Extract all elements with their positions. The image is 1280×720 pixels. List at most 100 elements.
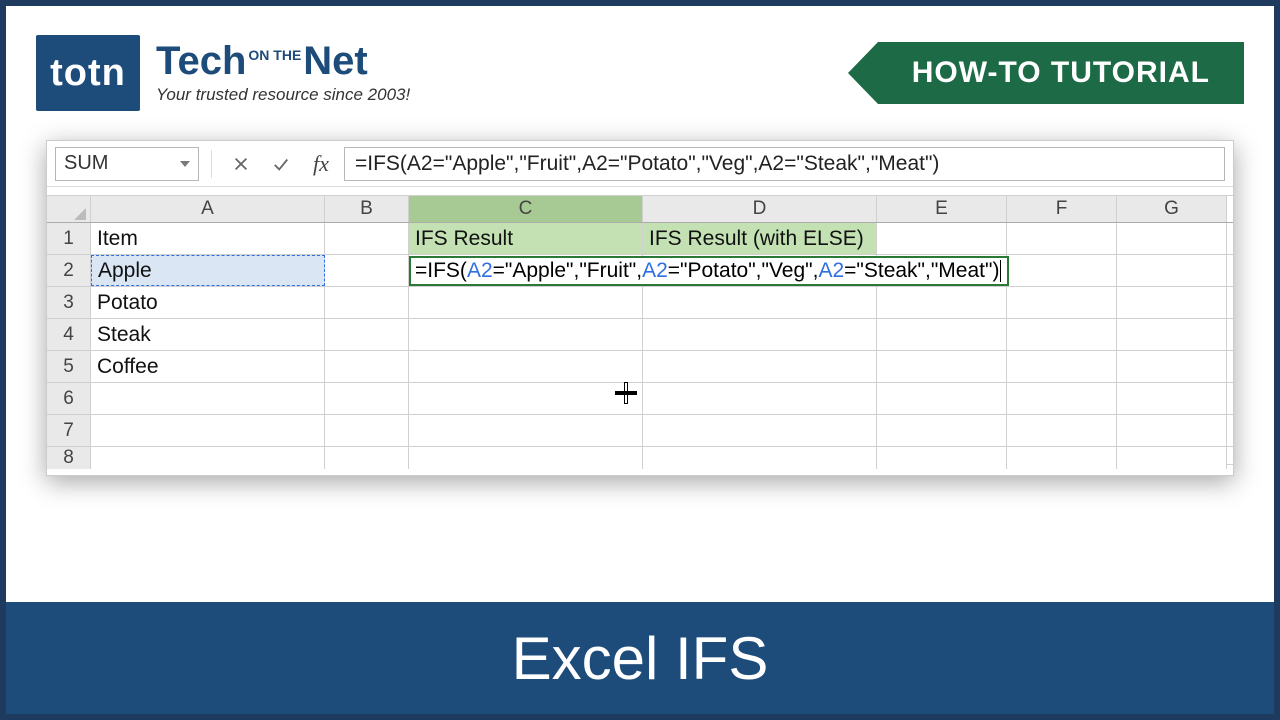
cell-d6[interactable]: [643, 383, 877, 414]
col-header-e[interactable]: E: [877, 196, 1007, 222]
dropdown-icon[interactable]: [180, 161, 190, 167]
row-header-2[interactable]: 2: [47, 255, 91, 286]
cell-f8[interactable]: [1007, 447, 1117, 469]
ribbon-label: HOW-TO TUTORIAL: [878, 42, 1244, 104]
col-header-c[interactable]: C: [409, 196, 643, 222]
cell-d3[interactable]: [643, 287, 877, 318]
row-3: 3 Potato: [47, 287, 1233, 319]
brand-text: TechON THENet Your trusted resource sinc…: [156, 41, 410, 105]
cell-b8[interactable]: [325, 447, 409, 469]
cell-g7[interactable]: [1117, 415, 1227, 446]
cell-d1[interactable]: IFS Result (with ELSE): [643, 223, 877, 254]
cell-f6[interactable]: [1007, 383, 1117, 414]
row-1: 1 Item IFS Result IFS Result (with ELSE): [47, 223, 1233, 255]
cell-g4[interactable]: [1117, 319, 1227, 350]
cell-e4[interactable]: [877, 319, 1007, 350]
cell-d5[interactable]: [643, 351, 877, 382]
formula-input[interactable]: =IFS(A2="Apple","Fruit",A2="Potato","Veg…: [344, 147, 1225, 181]
cell-b5[interactable]: [325, 351, 409, 382]
row-header-8[interactable]: 8: [47, 447, 91, 469]
row-4: 4 Steak: [47, 319, 1233, 351]
cell-c8[interactable]: [409, 447, 643, 469]
row-header-6[interactable]: 6: [47, 383, 91, 414]
row-8: 8: [47, 447, 1233, 465]
cell-a5[interactable]: Coffee: [91, 351, 325, 382]
cell-g1[interactable]: [1117, 223, 1227, 254]
cell-g5[interactable]: [1117, 351, 1227, 382]
cell-c3[interactable]: [409, 287, 643, 318]
cell-e3[interactable]: [877, 287, 1007, 318]
cell-c6[interactable]: [409, 383, 643, 414]
col-header-a[interactable]: A: [91, 196, 325, 222]
row-5: 5 Coffee: [47, 351, 1233, 383]
formula-ref: A2: [818, 259, 844, 283]
brand-logo: totn TechON THENet Your trusted resource…: [36, 35, 410, 111]
cell-a1[interactable]: Item: [91, 223, 325, 254]
cell-g2[interactable]: [1117, 255, 1227, 286]
row-header-4[interactable]: 4: [47, 319, 91, 350]
name-box[interactable]: SUM: [55, 147, 199, 181]
cell-f4[interactable]: [1007, 319, 1117, 350]
formula-ref: A2: [467, 259, 493, 283]
cell-c7[interactable]: [409, 415, 643, 446]
col-header-d[interactable]: D: [643, 196, 877, 222]
cell-f2[interactable]: [1007, 255, 1117, 286]
cell-a3[interactable]: Potato: [91, 287, 325, 318]
cell-b2[interactable]: [325, 255, 409, 286]
cell-g8[interactable]: [1117, 447, 1227, 469]
cell-b4[interactable]: [325, 319, 409, 350]
brand-mark: totn: [36, 35, 140, 111]
row-header-7[interactable]: 7: [47, 415, 91, 446]
formula-part: =IFS(: [415, 259, 467, 283]
spreadsheet-window: SUM fx =IFS(A2="Apple","Fruit",A2="Potat…: [46, 140, 1234, 476]
cell-b1[interactable]: [325, 223, 409, 254]
enter-icon[interactable]: [264, 149, 298, 179]
cell-e5[interactable]: [877, 351, 1007, 382]
cell-e7[interactable]: [877, 415, 1007, 446]
col-header-g[interactable]: G: [1117, 196, 1227, 222]
cancel-icon[interactable]: [224, 149, 258, 179]
col-header-f[interactable]: F: [1007, 196, 1117, 222]
cell-e8[interactable]: [877, 447, 1007, 469]
separator: [211, 150, 212, 178]
row-header-1[interactable]: 1: [47, 223, 91, 254]
cell-f1[interactable]: [1007, 223, 1117, 254]
row-7: 7: [47, 415, 1233, 447]
cell-f5[interactable]: [1007, 351, 1117, 382]
cell-f7[interactable]: [1007, 415, 1117, 446]
cell-b6[interactable]: [325, 383, 409, 414]
cell-d7[interactable]: [643, 415, 877, 446]
cell-a2[interactable]: Apple: [91, 255, 325, 286]
cell-e1[interactable]: [877, 223, 1007, 254]
cell-b7[interactable]: [325, 415, 409, 446]
cell-d8[interactable]: [643, 447, 877, 469]
cell-f3[interactable]: [1007, 287, 1117, 318]
select-all-corner[interactable]: [47, 196, 91, 222]
formula-ref: A2: [642, 259, 668, 283]
cell-g3[interactable]: [1117, 287, 1227, 318]
col-header-b[interactable]: B: [325, 196, 409, 222]
cell-c1[interactable]: IFS Result: [409, 223, 643, 254]
page-title: Excel IFS: [512, 624, 769, 693]
cell-c5[interactable]: [409, 351, 643, 382]
row-header-5[interactable]: 5: [47, 351, 91, 382]
cell-g6[interactable]: [1117, 383, 1227, 414]
row-header-3[interactable]: 3: [47, 287, 91, 318]
cell-c2-editing[interactable]: =IFS(A2="Apple","Fruit",A2="Potato","Veg…: [409, 256, 1009, 286]
formula-part: ="Apple","Fruit",: [493, 259, 642, 283]
fx-icon[interactable]: fx: [304, 149, 338, 179]
howto-ribbon: HOW-TO TUTORIAL: [848, 42, 1244, 104]
cell-a8[interactable]: [91, 447, 325, 469]
cell-a4[interactable]: Steak: [91, 319, 325, 350]
cell-e6[interactable]: [877, 383, 1007, 414]
brand-word-onthe: ON THE: [246, 47, 303, 63]
spreadsheet-grid[interactable]: A B C D E F G 1 Item IFS Result IFS Resu…: [47, 195, 1233, 465]
brand-word-tech: Tech: [156, 39, 246, 83]
cell-a7[interactable]: [91, 415, 325, 446]
cell-b3[interactable]: [325, 287, 409, 318]
cell-a6[interactable]: [91, 383, 325, 414]
page-footer: Excel IFS: [6, 602, 1274, 714]
cell-d4[interactable]: [643, 319, 877, 350]
cell-c4[interactable]: [409, 319, 643, 350]
name-box-value: SUM: [64, 152, 108, 175]
